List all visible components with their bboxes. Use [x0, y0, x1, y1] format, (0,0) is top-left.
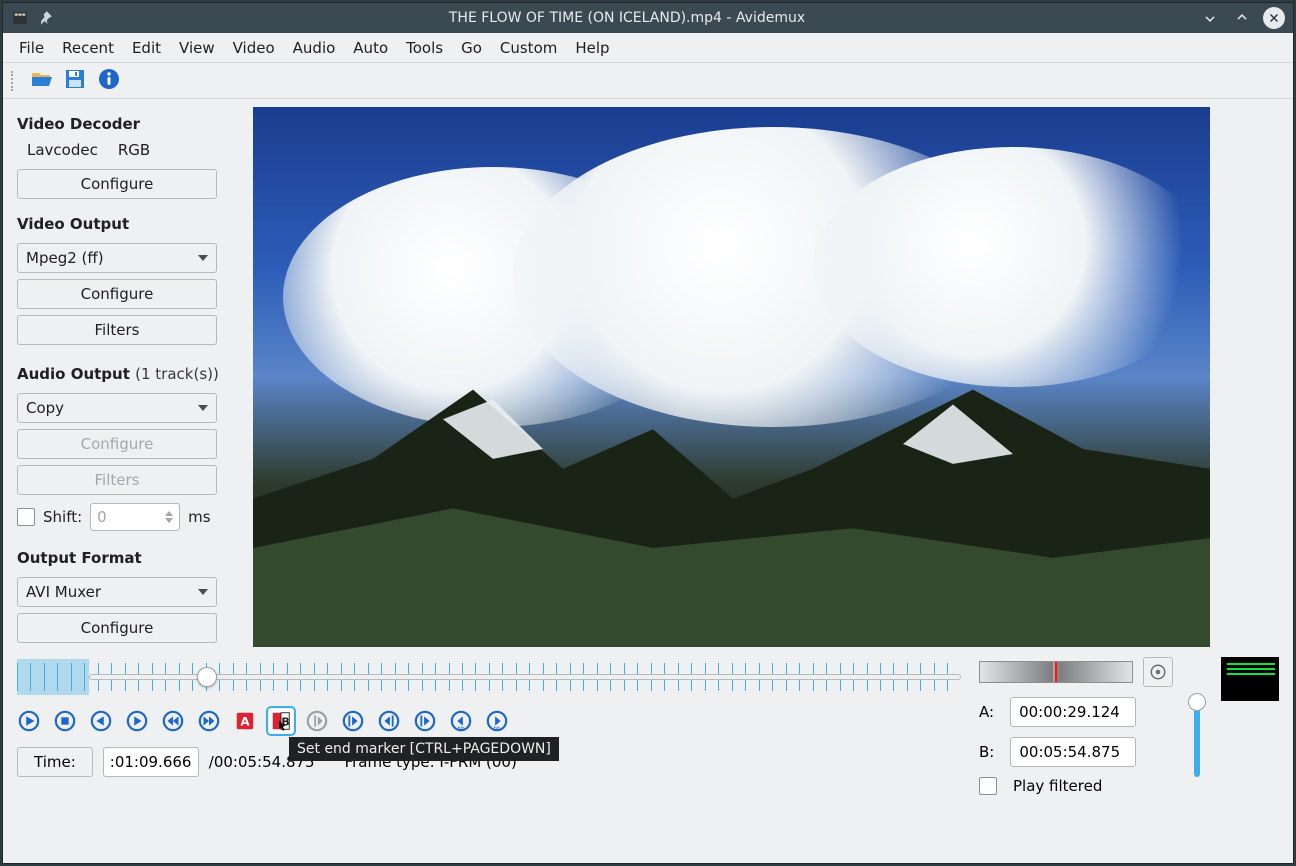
output-format-configure-button[interactable]: Configure: [17, 613, 217, 643]
video-preview: [253, 107, 1210, 647]
menu-video[interactable]: Video: [233, 39, 275, 57]
menu-bar: File Recent Edit View Video Audio Auto T…: [3, 33, 1293, 63]
menu-auto[interactable]: Auto: [353, 39, 388, 57]
decoder-colorspace: RGB: [118, 141, 150, 159]
menu-help[interactable]: Help: [575, 39, 609, 57]
video-output-configure-button[interactable]: Configure: [17, 279, 217, 309]
vu-meter: [979, 661, 1133, 683]
menu-view[interactable]: View: [179, 39, 215, 57]
toolbar-handle[interactable]: [11, 71, 15, 91]
shift-unit: ms: [188, 508, 210, 526]
next-frame-button[interactable]: [125, 709, 149, 733]
save-icon[interactable]: [63, 67, 87, 95]
info-icon[interactable]: [97, 67, 121, 95]
decoder-codec: Lavcodec: [27, 141, 98, 159]
decoder-configure-button[interactable]: Configure: [17, 169, 217, 199]
audio-scope: [1221, 657, 1279, 701]
close-button[interactable]: [1263, 7, 1285, 29]
audio-track-count: (1 track(s)): [135, 365, 219, 383]
delete-selection-button[interactable]: [305, 709, 329, 733]
prev-black-frame-button[interactable]: bb: [449, 709, 473, 733]
svg-text:bb: bb: [494, 726, 501, 732]
timeline-selection: [17, 659, 89, 695]
app-icon: [11, 9, 29, 27]
shift-checkbox[interactable]: [17, 508, 35, 526]
playback-controls: A B bb bb Set end marker [CTRL+PAGEDOWN]: [17, 709, 961, 733]
output-format-title: Output Format: [17, 549, 237, 567]
goto-marker-b-back-button[interactable]: [377, 709, 401, 733]
timeline-slider[interactable]: /*placeholder*/: [17, 657, 961, 697]
next-black-frame-button[interactable]: bb: [485, 709, 509, 733]
timeline-thumb[interactable]: [197, 667, 217, 687]
set-end-marker-button[interactable]: B: [269, 709, 293, 733]
menu-tools[interactable]: Tools: [406, 39, 443, 57]
marker-b-label: B:: [979, 743, 994, 761]
chevron-down-icon: [198, 255, 208, 261]
open-file-icon[interactable]: [29, 67, 53, 95]
menu-recent[interactable]: Recent: [62, 39, 114, 57]
marker-a-input[interactable]: 00:00:29.124: [1010, 697, 1136, 727]
output-format-select[interactable]: AVI Muxer: [17, 577, 217, 607]
video-output-title: Video Output: [17, 215, 237, 233]
chevron-down-icon: [198, 589, 208, 595]
menu-file[interactable]: File: [19, 39, 44, 57]
play-filtered-checkbox[interactable]: [979, 777, 997, 795]
svg-text:bb: bb: [458, 726, 465, 732]
audio-output-select[interactable]: Copy: [17, 393, 217, 423]
shift-value: 0: [97, 508, 107, 526]
audio-output-filters-button[interactable]: Filters: [17, 465, 217, 495]
volume-slider[interactable]: [1194, 697, 1200, 777]
audio-output-value: Copy: [26, 399, 64, 417]
left-sidebar: Video Decoder Lavcodec RGB Configure Vid…: [17, 107, 237, 647]
pin-icon[interactable]: [37, 9, 55, 27]
minimize-button[interactable]: [1199, 7, 1221, 29]
time-button[interactable]: Time:: [17, 747, 93, 777]
set-start-marker-button[interactable]: A: [233, 709, 257, 733]
menu-edit[interactable]: Edit: [132, 39, 161, 57]
marker-a-label: A:: [979, 703, 994, 721]
video-output-filters-button[interactable]: Filters: [17, 315, 217, 345]
window-title: THE FLOW OF TIME (ON ICELAND).mp4 - Avid…: [55, 10, 1199, 26]
volume-thumb[interactable]: [1188, 693, 1206, 711]
marker-b-input[interactable]: 00:05:54.875: [1010, 737, 1136, 767]
spin-arrows-icon: [165, 511, 173, 523]
next-keyframe-button[interactable]: [197, 709, 221, 733]
goto-marker-b-button[interactable]: [413, 709, 437, 733]
audio-output-title: Audio Output (1 track(s)): [17, 365, 237, 383]
audio-output-configure-button[interactable]: Configure: [17, 429, 217, 459]
video-output-value: Mpeg2 (ff): [26, 249, 104, 267]
play-filtered-label: Play filtered: [1013, 777, 1102, 795]
video-decoder-title: Video Decoder: [17, 115, 237, 133]
menu-audio[interactable]: Audio: [293, 39, 336, 57]
menu-go[interactable]: Go: [461, 39, 482, 57]
stop-button[interactable]: [53, 709, 77, 733]
maximize-button[interactable]: [1231, 7, 1253, 29]
tooltip: Set end marker [CTRL+PAGEDOWN]: [289, 737, 559, 761]
shift-label: Shift:: [43, 508, 82, 526]
play-button[interactable]: [17, 709, 41, 733]
main-toolbar: [3, 63, 1293, 99]
shift-spinbox[interactable]: 0: [90, 503, 180, 531]
svg-text:A: A: [240, 715, 250, 729]
output-format-value: AVI Muxer: [26, 583, 101, 601]
title-bar: THE FLOW OF TIME (ON ICELAND).mp4 - Avid…: [3, 3, 1293, 33]
prev-frame-button[interactable]: [89, 709, 113, 733]
prev-keyframe-button[interactable]: [161, 709, 185, 733]
video-output-select[interactable]: Mpeg2 (ff): [17, 243, 217, 273]
menu-custom[interactable]: Custom: [500, 39, 557, 57]
goto-marker-a-button[interactable]: [341, 709, 365, 733]
current-time-input[interactable]: :01:09.666: [103, 747, 199, 777]
chevron-down-icon: [198, 405, 208, 411]
audio-settings-button[interactable]: [1143, 657, 1173, 687]
right-panel: A: 00:00:29.124 B: 00:05:54.875 Play fil…: [979, 657, 1279, 795]
